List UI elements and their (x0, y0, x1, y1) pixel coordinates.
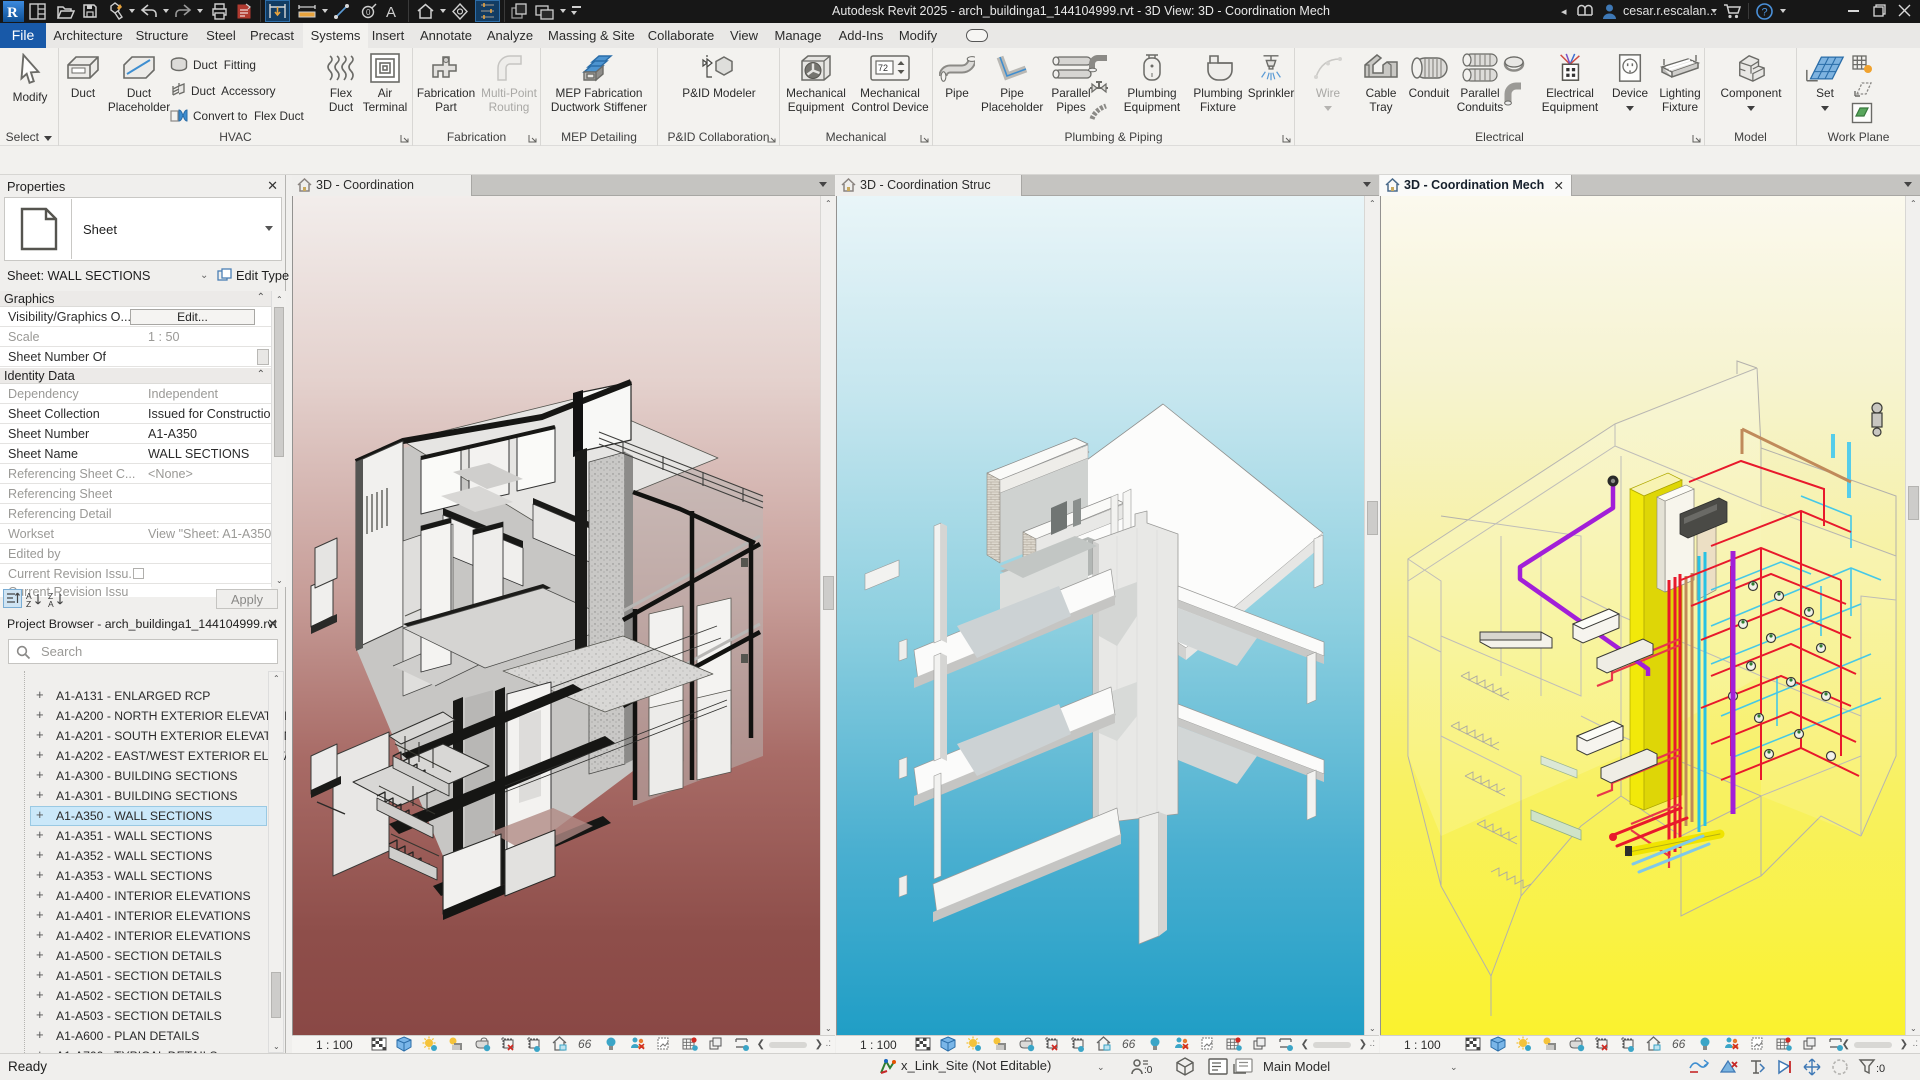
svg-text:R: R (7, 5, 18, 21)
svg-text::0: :0 (1876, 1063, 1885, 1075)
svg-text:66: 66 (1122, 1037, 1136, 1051)
svg-text:A: A (386, 4, 396, 20)
svg-text:A: A (48, 599, 54, 608)
svg-text:66: 66 (1672, 1037, 1686, 1051)
svg-text::0: :0 (1144, 1065, 1153, 1076)
svg-text:?: ? (1762, 7, 1768, 19)
svg-text:72: 72 (878, 63, 888, 73)
svg-text:66: 66 (578, 1037, 592, 1051)
svg-text:Z: Z (26, 599, 31, 608)
svg-text:0: 0 (366, 8, 371, 17)
